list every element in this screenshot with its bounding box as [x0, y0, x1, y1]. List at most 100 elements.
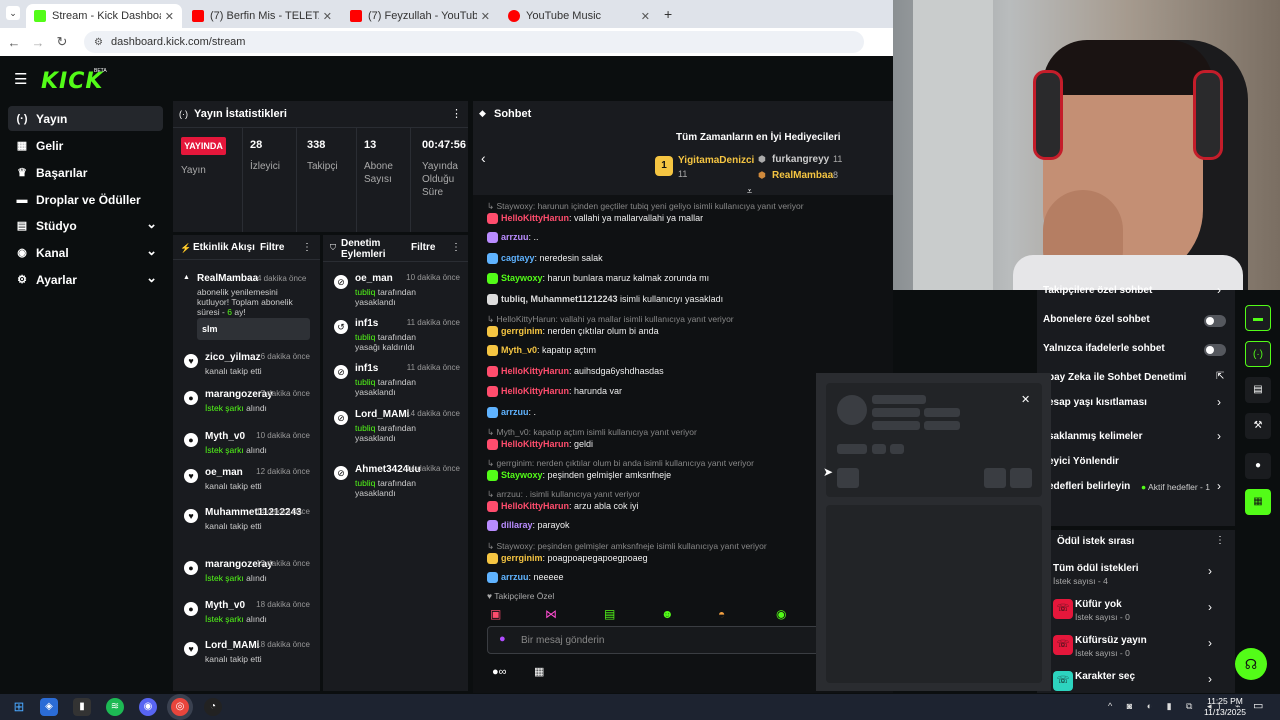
- reward-label[interactable]: Karakter seç: [1075, 671, 1135, 682]
- app-2-icon[interactable]: ▮: [73, 698, 91, 716]
- sidebar-item-gelir[interactable]: ▦ Gelir: [8, 133, 163, 158]
- chat-username[interactable]: HelloKittyHarun: [501, 501, 569, 511]
- moderation-menu-icon[interactable]: ⋮: [451, 242, 461, 253]
- tab-search-chevron-icon[interactable]: ⌄: [6, 6, 20, 20]
- chat-username[interactable]: cagtayy: [501, 253, 535, 263]
- tab-youtube-berfin[interactable]: (7) Berfin Mis - TELETABİLER (Of ✕: [184, 4, 340, 28]
- tab-kick-dashboard[interactable]: Stream - Kick Dashboard ✕: [26, 4, 182, 28]
- sidebar-item-droplar[interactable]: ▬ Droplar ve Ödüller: [8, 187, 163, 212]
- stats-menu-icon[interactable]: ⋮: [451, 107, 462, 120]
- external-link-icon[interactable]: ⇱: [1216, 371, 1224, 382]
- close-icon[interactable]: ✕: [1021, 393, 1030, 406]
- chat-username[interactable]: Staywoxy: [501, 470, 543, 480]
- close-tab-icon[interactable]: ✕: [641, 10, 650, 23]
- activity-menu-icon[interactable]: ⋮: [302, 242, 312, 253]
- gifter-name[interactable]: RealMambaa: [772, 170, 833, 181]
- toggle-switch[interactable]: [1204, 344, 1226, 356]
- chevron-right-icon[interactable]: ›: [1217, 395, 1221, 409]
- emote-6-icon[interactable]: ◉: [776, 607, 786, 621]
- chevron-right-icon[interactable]: ›: [1217, 479, 1221, 493]
- chevron-right-icon[interactable]: ›: [1208, 564, 1212, 578]
- collapse-icon[interactable]: ⩡: [747, 186, 752, 197]
- emote-1-icon[interactable]: ▣: [490, 607, 501, 621]
- reward-label[interactable]: Küfürsüz yayın: [1075, 635, 1147, 646]
- chat-username[interactable]: Myth_v0: [501, 345, 537, 355]
- chat-setting-label[interactable]: eyici Yönlendir: [1048, 456, 1119, 467]
- chevron-right-icon[interactable]: ›: [1217, 429, 1221, 443]
- reload-icon[interactable]: ↻: [50, 34, 74, 50]
- spotify-icon[interactable]: ≋: [106, 698, 124, 716]
- chat-username[interactable]: arrzuu: [501, 572, 529, 582]
- close-tab-icon[interactable]: ✕: [323, 10, 332, 23]
- sidebar-item-ayarlar[interactable]: ⚙ Ayarlar ⌄: [8, 267, 163, 292]
- emote-5-icon[interactable]: ◓: [718, 607, 725, 621]
- chat-username[interactable]: Staywoxy: [501, 273, 543, 283]
- obs-icon[interactable]: ◔: [204, 698, 222, 716]
- emote-2-icon[interactable]: ⋈: [545, 607, 557, 621]
- store-icon[interactable]: ▦: [534, 665, 544, 678]
- url-field[interactable]: ⚙ dashboard.kick.com/stream: [84, 31, 864, 53]
- microphone-icon[interactable]: ●: [499, 633, 506, 645]
- chat-username[interactable]: arrzuu: [501, 407, 529, 417]
- chat-setting-label[interactable]: Yalnızca ifadelerle sohbet: [1043, 343, 1165, 354]
- emote-4-icon[interactable]: ☻: [661, 607, 674, 621]
- back-arrow-icon[interactable]: ←: [2, 35, 26, 50]
- moderation-filter-button[interactable]: Filtre: [411, 242, 435, 253]
- chat-setting-label[interactable]: pay Zeka ile Sohbet Denetimi: [1048, 372, 1186, 383]
- chat-username[interactable]: tubliq, Muhammet11212243: [501, 294, 618, 304]
- discord-icon[interactable]: ◉: [139, 698, 157, 716]
- moderated-username[interactable]: inf1s: [355, 318, 378, 329]
- gifter-name[interactable]: YigitamaDenizci: [678, 155, 754, 166]
- tab-youtube-feyzullah[interactable]: (7) Feyzullah - YouTube ✕: [342, 4, 498, 28]
- moderated-username[interactable]: inf1s: [355, 363, 378, 374]
- chat-username[interactable]: HelloKittyHarun: [501, 366, 569, 376]
- nodes-icon[interactable]: ●: [1245, 453, 1271, 479]
- sidebar-item-basarilar[interactable]: ♛ Başarılar: [8, 160, 163, 185]
- emote-3-icon[interactable]: ▤: [604, 607, 615, 621]
- reward-label[interactable]: Tüm ödül istekleri: [1053, 563, 1139, 574]
- close-tab-icon[interactable]: ✕: [165, 10, 174, 23]
- clapperboard-icon[interactable]: ▦: [1245, 489, 1271, 515]
- chat-username[interactable]: dillaray: [501, 520, 533, 530]
- chevron-right-icon[interactable]: ›: [1208, 636, 1212, 650]
- gifter-name[interactable]: furkangreyy: [772, 154, 829, 165]
- broadcast-action-icon[interactable]: (·): [1245, 341, 1271, 367]
- chat-setting-label[interactable]: saklanmış kelimeler: [1048, 431, 1143, 442]
- app-1-icon[interactable]: ◈: [40, 698, 58, 716]
- chat-username[interactable]: arrzuu: [501, 232, 529, 242]
- event-username[interactable]: RealMambaa: [197, 273, 258, 284]
- event-username[interactable]: oe_man: [205, 467, 243, 478]
- sidebar-item-studyo[interactable]: ▤ Stüdyo ⌄: [8, 213, 163, 238]
- chat-username[interactable]: HelloKittyHarun: [501, 439, 569, 449]
- new-tab-plus-icon[interactable]: +: [664, 6, 672, 22]
- site-info-icon[interactable]: ⚙: [94, 37, 103, 48]
- chat-setting-label[interactable]: Abonelere özel sohbet: [1043, 314, 1150, 325]
- reward-label[interactable]: Küfür yok: [1075, 599, 1122, 610]
- hamburger-menu-icon[interactable]: ☰: [14, 70, 27, 88]
- infinity-icon[interactable]: ●∞: [492, 666, 507, 678]
- toggle-switch[interactable]: [1204, 315, 1226, 327]
- close-tab-icon[interactable]: ✕: [481, 10, 490, 23]
- moderated-username[interactable]: oe_man: [355, 273, 393, 284]
- chat-action-icon[interactable]: ▬: [1245, 305, 1271, 331]
- tab-youtube-music[interactable]: YouTube Music ✕: [500, 4, 658, 28]
- chat-username[interactable]: gerrginim: [501, 553, 543, 563]
- chat-username[interactable]: HelloKittyHarun: [501, 386, 569, 396]
- sidebar-item-kanal[interactable]: ◉ Kanal ⌄: [8, 240, 163, 265]
- wrench-icon[interactable]: ⚒: [1245, 413, 1271, 439]
- forward-arrow-icon[interactable]: →: [26, 35, 50, 50]
- chat-setting-label[interactable]: Takipçilere özel sohbet: [1043, 285, 1152, 296]
- event-username[interactable]: Myth_v0: [205, 600, 245, 611]
- layout-action-icon[interactable]: ▤: [1245, 377, 1271, 403]
- activity-filter-button[interactable]: Filtre: [260, 242, 284, 253]
- sidebar-item-yayin[interactable]: (·) Yayın: [8, 106, 163, 131]
- reward-menu-icon[interactable]: ⋮: [1215, 535, 1225, 546]
- event-username[interactable]: Myth_v0: [205, 431, 245, 442]
- chevron-right-icon[interactable]: ›: [1217, 283, 1221, 297]
- chevron-right-icon[interactable]: ›: [1208, 672, 1212, 686]
- chevron-right-icon[interactable]: ›: [1208, 600, 1212, 614]
- chat-username[interactable]: gerrginim: [501, 326, 543, 336]
- notification-icon[interactable]: ▭: [1253, 699, 1263, 712]
- chat-username[interactable]: HelloKittyHarun: [501, 213, 569, 223]
- chat-setting-label[interactable]: esap yaşı kısıtlaması: [1048, 397, 1147, 408]
